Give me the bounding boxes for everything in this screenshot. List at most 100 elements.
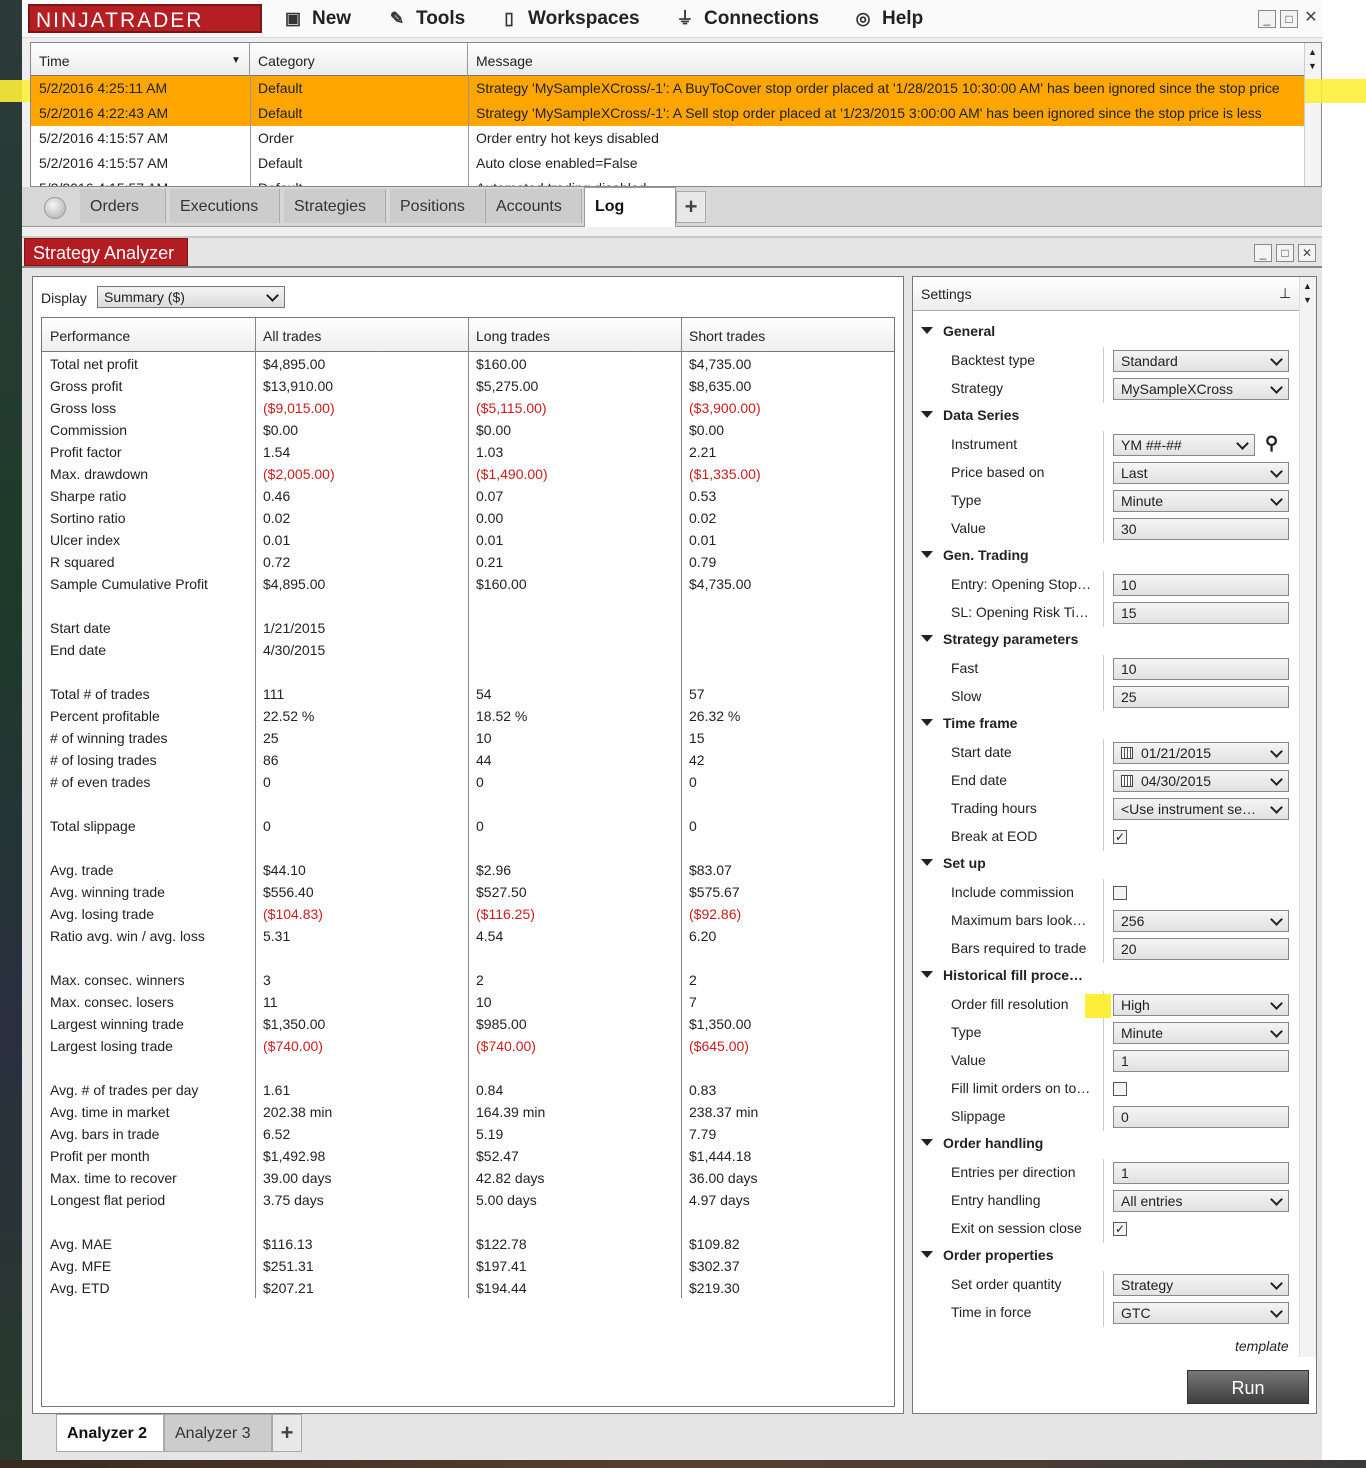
- log-row[interactable]: 5/2/2016 4:15:57 AM Order Order entry hot …: [31, 126, 1305, 151]
- log-row[interactable]: 5/2/2016 4:15:57 AMDefaultAutomated trad…: [31, 176, 1305, 186]
- run-button[interactable]: Run: [1187, 1370, 1309, 1404]
- setting-checkbox[interactable]: ✓: [1113, 830, 1127, 844]
- settings-group-time-frame[interactable]: Time frame: [913, 711, 1301, 739]
- setting-select[interactable]: MySampleXCross: [1113, 378, 1289, 400]
- metric-value: 42.82 days: [476, 1170, 545, 1186]
- setting-select[interactable]: Minute: [1113, 1022, 1289, 1044]
- collapse-triangle-icon[interactable]: [921, 635, 933, 642]
- collapse-triangle-icon[interactable]: [921, 719, 933, 726]
- menu-new[interactable]: ▣ New: [284, 6, 351, 32]
- setting-input[interactable]: 10: [1113, 658, 1289, 680]
- log-row[interactable]: 5/2/2016 4:22:43 AM Default Strategy 'MySa…: [31, 101, 1305, 126]
- perf-header-performance[interactable]: Performance: [42, 318, 255, 352]
- add-tab-button[interactable]: +: [676, 191, 706, 223]
- scroll-up-icon[interactable]: ▲: [1303, 281, 1312, 291]
- scroll-down-icon[interactable]: ▼: [1308, 61, 1317, 71]
- perf-header-short-trades[interactable]: Short trades: [681, 318, 894, 352]
- collapse-triangle-icon[interactable]: [921, 411, 933, 418]
- settings-group-general[interactable]: General: [913, 319, 1301, 347]
- collapse-triangle-icon[interactable]: [921, 1139, 933, 1146]
- collapse-triangle-icon[interactable]: [921, 859, 933, 866]
- collapse-triangle-icon[interactable]: [921, 1251, 933, 1258]
- log-row[interactable]: 5/2/2016 4:15:57 AM Default Auto close ena…: [31, 151, 1305, 176]
- setting-input[interactable]: 10: [1113, 574, 1289, 596]
- minimize-button[interactable]: _: [1258, 10, 1276, 28]
- log-header-category[interactable]: Category: [250, 43, 468, 76]
- setting-input[interactable]: 15: [1113, 602, 1289, 624]
- settings-group-order-properties[interactable]: Order properties: [913, 1243, 1301, 1271]
- close-button[interactable]: ✕: [1302, 10, 1320, 28]
- setting-select[interactable]: Minute: [1113, 490, 1289, 512]
- search-icon[interactable]: ⚲: [1265, 433, 1278, 454]
- metric-value: 1.54: [263, 444, 291, 460]
- tab-accounts[interactable]: Accounts: [486, 189, 582, 223]
- settings-group-set-up[interactable]: Set up: [913, 851, 1301, 879]
- log-row[interactable]: 5/2/2016 4:25:11 AM Default Strategy 'MySa…: [31, 76, 1305, 101]
- setting-checkbox[interactable]: [1113, 886, 1127, 900]
- setting-select[interactable]: <Use instrument se…: [1113, 798, 1289, 820]
- template-link[interactable]: template: [1235, 1338, 1289, 1354]
- minimize-button[interactable]: _: [1254, 244, 1272, 262]
- maximize-button[interactable]: □: [1276, 244, 1294, 262]
- collapse-triangle-icon[interactable]: [921, 971, 933, 978]
- setting-input[interactable]: 0: [1113, 1106, 1289, 1128]
- perf-header-all-trades[interactable]: All trades: [255, 318, 468, 352]
- menu-workspaces[interactable]: ▯ Workspaces: [500, 6, 639, 32]
- setting-input[interactable]: 1: [1113, 1162, 1289, 1184]
- metric-value: $83.07: [689, 862, 732, 878]
- settings-group-strategy-parameters[interactable]: Strategy parameters: [913, 627, 1301, 655]
- column-divider: [1103, 375, 1104, 403]
- tab-analyzer-2[interactable]: Analyzer 2: [56, 1414, 164, 1452]
- log-scrollbar[interactable]: ▲ ▼: [1304, 43, 1321, 186]
- setting-select[interactable]: 04/30/2015: [1113, 770, 1289, 792]
- setting-label: Start date: [951, 744, 1012, 760]
- collapse-triangle-icon[interactable]: [921, 551, 933, 558]
- table-row: [42, 661, 894, 683]
- tab-positions[interactable]: Positions: [390, 189, 486, 223]
- log-header-message[interactable]: Message: [468, 43, 1305, 76]
- collapse-triangle-icon[interactable]: [921, 327, 933, 334]
- setting-select[interactable]: Strategy: [1113, 1274, 1289, 1296]
- setting-input[interactable]: 20: [1113, 938, 1289, 960]
- metric-value: ($1,490.00): [476, 466, 548, 482]
- menu-connections[interactable]: ⏚ Connections: [676, 6, 820, 32]
- tab-strategies[interactable]: Strategies: [284, 189, 386, 223]
- perf-header-long-trades[interactable]: Long trades: [468, 318, 681, 352]
- scroll-up-icon[interactable]: ▲: [1308, 47, 1317, 57]
- setting-input[interactable]: 25: [1113, 686, 1289, 708]
- setting-select[interactable]: Last: [1113, 462, 1289, 484]
- setting-input[interactable]: 30: [1113, 518, 1289, 540]
- setting-select[interactable]: YM ##-##: [1113, 434, 1255, 456]
- setting-checkbox[interactable]: [1113, 1082, 1127, 1096]
- setting-select[interactable]: All entries: [1113, 1190, 1289, 1212]
- tab-executions[interactable]: Executions: [170, 189, 280, 223]
- menu-tools[interactable]: ✎ Tools: [388, 6, 465, 32]
- setting-select[interactable]: High: [1113, 994, 1289, 1016]
- setting-select[interactable]: GTC: [1113, 1302, 1289, 1324]
- close-button[interactable]: ✕: [1298, 244, 1316, 262]
- scroll-down-icon[interactable]: ▼: [1303, 295, 1312, 305]
- display-select[interactable]: Summary ($): [97, 286, 285, 308]
- tab-orders[interactable]: Orders: [80, 189, 166, 223]
- metric-value: ($5,115.00): [476, 400, 547, 416]
- menu-help[interactable]: ◎ Help: [854, 6, 924, 32]
- settings-group-gen-trading[interactable]: Gen. Trading: [913, 543, 1301, 571]
- maximize-button[interactable]: □: [1280, 10, 1298, 28]
- pin-icon[interactable]: ⊥: [1279, 285, 1291, 302]
- settings-scrollbar[interactable]: ▲ ▼: [1299, 277, 1316, 1357]
- setting-checkbox[interactable]: ✓: [1113, 1222, 1127, 1236]
- setting-select[interactable]: Standard: [1113, 350, 1289, 372]
- settings-group-historical-fill-proce[interactable]: Historical fill proce…: [913, 963, 1301, 991]
- tab-analyzer-3[interactable]: Analyzer 3: [164, 1414, 272, 1452]
- add-analyzer-button[interactable]: +: [272, 1414, 302, 1452]
- settings-group-data-series[interactable]: Data Series: [913, 403, 1301, 431]
- setting-select[interactable]: 256: [1113, 910, 1289, 932]
- settings-group-order-handling[interactable]: Order handling: [913, 1131, 1301, 1159]
- log-cell-category: Default: [258, 80, 303, 96]
- metric-value: ($92.86): [689, 906, 742, 922]
- setting-select[interactable]: 01/21/2015: [1113, 742, 1289, 764]
- setting-input[interactable]: 1: [1113, 1050, 1289, 1072]
- tab-log[interactable]: Log: [584, 187, 676, 227]
- metric-value: 44: [476, 752, 492, 768]
- log-header-time[interactable]: Time ▼: [31, 43, 250, 76]
